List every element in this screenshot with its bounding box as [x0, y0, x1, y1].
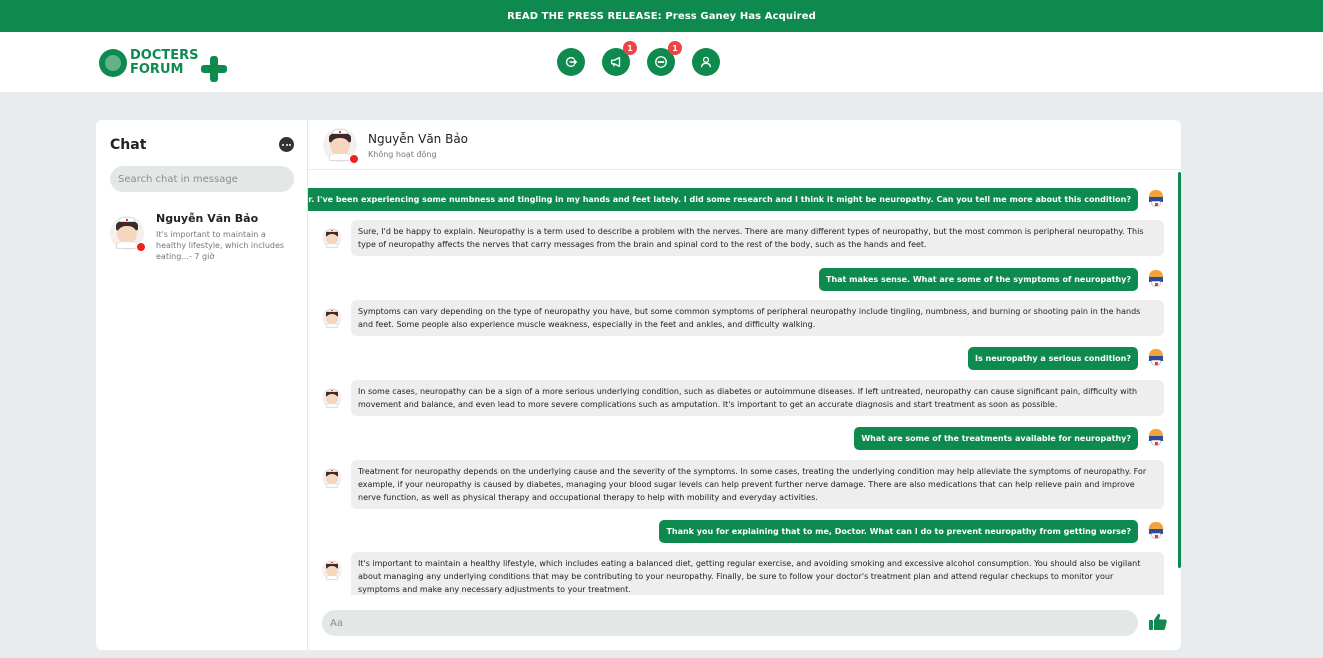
message-scrollbar[interactable]	[1178, 172, 1181, 568]
messages-badge: 1	[668, 41, 682, 55]
more-options-icon[interactable]	[279, 137, 294, 152]
user-avatar	[1146, 520, 1166, 540]
chat-header: Nguyễn Văn Bảo Không hoạt động	[308, 120, 1181, 170]
message-bubble-in: It's important to maintain a healthy lif…	[351, 552, 1164, 595]
message-bubble-out: Thank you for explaining that to me, Doc…	[659, 520, 1138, 543]
message-row-out: Thank you for explaining that to me, Doc…	[659, 520, 1166, 543]
message-bubble-out: That makes sense. What are some of the s…	[818, 268, 1138, 291]
chat-sidebar: Chat Nguyễn Văn Bảo It's important to ma…	[96, 120, 308, 650]
sidebar-title: Chat	[110, 137, 147, 153]
top-header: DOCTERS FORUM 1 1	[0, 32, 1323, 92]
like-button[interactable]	[1146, 610, 1170, 634]
thumbs-up-icon	[1149, 613, 1167, 630]
message-row-out: What are some of the treatments availabl…	[854, 427, 1166, 450]
medical-plus-icon	[200, 56, 227, 82]
message-row-out: That makes sense. What are some of the s…	[818, 268, 1166, 291]
logout-icon	[565, 56, 578, 68]
message-row-in: Sure, I'd be happy to explain. Neuropath…	[322, 220, 1164, 256]
megaphone-icon	[610, 56, 621, 68]
message-row-in: Symptoms can vary depending on the type …	[322, 300, 1164, 336]
messages-button[interactable]: 1	[647, 41, 682, 76]
user-avatar	[1146, 188, 1166, 208]
message-bubble-out: Is neuropathy a serious condition?	[967, 347, 1138, 370]
chat-panel: Chat Nguyễn Văn Bảo It's important to ma…	[96, 120, 1181, 650]
logo-wordmark: DOCTERS FORUM	[130, 48, 199, 77]
doctor-avatar	[322, 308, 342, 328]
chat-contact-status: Không hoạt động	[368, 150, 437, 159]
profile-button[interactable]	[692, 48, 720, 76]
message-icon	[655, 56, 667, 68]
message-bubble-in: Treatment for neuropathy depends on the …	[351, 460, 1164, 509]
message-row-out: Is neuropathy a serious condition?	[967, 347, 1166, 370]
message-bubble-out: What are some of the treatments availabl…	[854, 427, 1138, 450]
docters-forum-logo[interactable]: DOCTERS FORUM	[99, 42, 229, 84]
message-input[interactable]	[322, 610, 1138, 636]
avatar	[110, 216, 146, 252]
doctor-avatar	[322, 228, 342, 248]
search-chat-input[interactable]	[110, 166, 294, 192]
announcements-button[interactable]: 1	[602, 41, 637, 76]
message-row-in: Treatment for neuropathy depends on the …	[322, 460, 1164, 509]
message-bubble-in: Sure, I'd be happy to explain. Neuropath…	[351, 220, 1164, 256]
contact-last-message: It's important to maintain a healthy lif…	[156, 230, 285, 261]
header-nav: 1 1	[557, 41, 720, 76]
press-release-banner[interactable]: READ THE PRESS RELEASE: Press Ganey Has …	[0, 0, 1323, 32]
avatar[interactable]	[323, 128, 359, 164]
message-list[interactable]: Hello, Doctor. I've been experiencing so…	[308, 172, 1181, 595]
logout-button[interactable]	[557, 48, 585, 76]
user-avatar	[1146, 347, 1166, 367]
banner-text: READ THE PRESS RELEASE: Press Ganey Has …	[507, 10, 816, 22]
user-avatar	[1146, 427, 1166, 447]
offline-status-dot	[349, 154, 359, 164]
message-row-in: In some cases, neuropathy can be a sign …	[322, 380, 1164, 416]
message-row-out: Hello, Doctor. I've been experiencing so…	[308, 188, 1166, 211]
message-bubble-out: Hello, Doctor. I've been experiencing so…	[308, 188, 1138, 211]
offline-status-dot	[136, 242, 146, 252]
user-avatar	[1146, 268, 1166, 288]
contact-item[interactable]: Nguyễn Văn Bảo It's important to maintai…	[110, 212, 300, 266]
doctor-avatar	[322, 560, 342, 580]
user-icon	[700, 56, 712, 68]
globe-icon	[99, 49, 127, 77]
doctor-avatar	[322, 468, 342, 488]
doctor-avatar	[322, 388, 342, 408]
message-bubble-in: In some cases, neuropathy can be a sign …	[351, 380, 1164, 416]
announcements-badge: 1	[623, 41, 637, 55]
contact-name: Nguyễn Văn Bảo	[156, 212, 259, 225]
message-row-in: It's important to maintain a healthy lif…	[322, 552, 1164, 595]
message-bubble-in: Symptoms can vary depending on the type …	[351, 300, 1164, 336]
chat-contact-name: Nguyễn Văn Bảo	[368, 132, 469, 146]
